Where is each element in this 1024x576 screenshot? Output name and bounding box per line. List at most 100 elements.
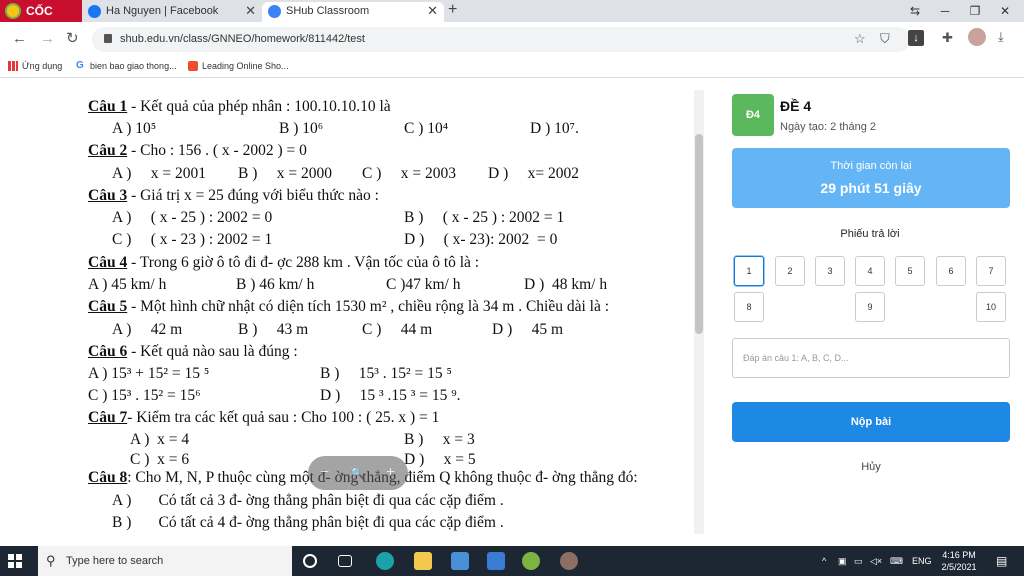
bookmark-label: bien bao giao thong... bbox=[90, 61, 177, 71]
submit-button[interactable]: Nộp bài bbox=[732, 402, 1010, 442]
download-icon[interactable]: ↓ bbox=[908, 30, 924, 46]
answer-button-2[interactable]: 2 bbox=[775, 256, 805, 286]
file-explorer-icon[interactable] bbox=[414, 552, 432, 570]
avatar[interactable] bbox=[968, 28, 986, 46]
paint-icon[interactable] bbox=[560, 552, 578, 570]
timer-label: Thời gian còn lại bbox=[830, 160, 912, 172]
option-a: A ) x = 2001 bbox=[112, 165, 206, 182]
question-1: Câu 1 - Kết quả của phép nhân : 100.10.1… bbox=[88, 98, 391, 116]
option-a: A ) 15³ + 15² = 15 ⁵ bbox=[88, 365, 210, 382]
question-label: Câu 7 bbox=[88, 409, 128, 426]
close-icon[interactable]: ✕ bbox=[427, 2, 438, 20]
answer-button-6[interactable]: 6 bbox=[936, 256, 966, 286]
reload-icon[interactable]: ↻ bbox=[66, 30, 79, 48]
url-text[interactable]: shub.edu.vn/class/GNNEO/homework/811442/… bbox=[120, 27, 365, 52]
option-d: D ) ( x- 23): 2002 = 0 bbox=[404, 231, 558, 248]
question-text: - Kiểm tra các kết quả sau : Cho 100 : (… bbox=[127, 409, 440, 426]
answer-button-7[interactable]: 7 bbox=[976, 256, 1006, 286]
bookmark-leading-online[interactable]: Leading Online Sho... bbox=[188, 56, 289, 76]
windows-start-icon[interactable] bbox=[8, 554, 22, 568]
shopee-icon bbox=[188, 61, 198, 71]
question-label: Câu 4 bbox=[88, 254, 128, 271]
cancel-button[interactable]: Hủy bbox=[732, 461, 1010, 473]
language-indicator[interactable]: ENG bbox=[912, 546, 932, 576]
answer-button-5[interactable]: 5 bbox=[895, 256, 925, 286]
option-b: B ) ( x - 25 ) : 2002 = 1 bbox=[404, 209, 565, 226]
option-d: D ) 45 m bbox=[492, 321, 564, 338]
store-icon[interactable] bbox=[451, 552, 469, 570]
option-b: B ) x = 2000 bbox=[238, 165, 332, 182]
option-d: D ) 10⁷. bbox=[530, 120, 579, 137]
exam-document[interactable]: Câu 1 - Kết quả của phép nhân : 100.10.1… bbox=[0, 78, 694, 546]
back-icon[interactable]: ← bbox=[12, 30, 27, 48]
option-b: B ) x = 3 bbox=[404, 431, 475, 448]
answer-button-1[interactable]: 1 bbox=[734, 256, 764, 286]
question-6: Câu 6 - Kết quả nào sau là đúng : bbox=[88, 343, 298, 361]
clock[interactable]: 4:16 PM 2/5/2021 bbox=[934, 549, 984, 573]
bookmark-label: Ứng dụng bbox=[22, 61, 63, 71]
option-a: A ) x = 4 bbox=[130, 431, 190, 448]
windows-taskbar: ⚲ Type here to search ^ ▣ ▭ ◁× ⌨ ENG 4:16… bbox=[0, 546, 1024, 576]
edge-icon[interactable] bbox=[376, 552, 394, 570]
close-window-button[interactable]: ✕ bbox=[990, 0, 1020, 22]
answer-button-4[interactable]: 4 bbox=[855, 256, 885, 286]
forward-icon[interactable]: → bbox=[40, 30, 55, 48]
address-bar[interactable]: shub.edu.vn/class/GNNEO/homework/811442/… bbox=[92, 27, 910, 52]
question-text: - Cho : 156 . ( x - 2002 ) = 0 bbox=[127, 142, 307, 159]
question-text: - Giá trị x = 25 đúng với biểu thức nào … bbox=[127, 187, 379, 204]
tab-facebook[interactable]: Ha Nguyen | Facebook ✕ bbox=[82, 2, 262, 22]
keyboard-icon[interactable]: ⌨ bbox=[890, 546, 903, 576]
question-5: Câu 5 - Một hình chữ nhật có diện tích 1… bbox=[88, 298, 609, 316]
close-icon[interactable]: ✕ bbox=[245, 2, 256, 20]
question-label: Câu 6 bbox=[88, 343, 128, 360]
taskbar-search-input[interactable]: ⚲ Type here to search bbox=[38, 546, 292, 576]
question-2: Câu 2 - Cho : 156 . ( x - 2002 ) = 0 bbox=[88, 142, 307, 160]
tab-label: SHub Classroom bbox=[286, 5, 370, 17]
volume-icon[interactable]: ◁× bbox=[870, 546, 882, 576]
tab-search-icon[interactable]: ⇆ bbox=[900, 0, 930, 22]
extensions-icon[interactable]: ✚ bbox=[942, 30, 953, 46]
minimize-button[interactable]: ─ bbox=[930, 0, 960, 22]
browser-tab-bar: CỐC CỐC Ha Nguyen | Facebook ✕ SHub Clas… bbox=[0, 0, 1024, 40]
battery-icon[interactable]: ▭ bbox=[854, 546, 863, 576]
clock-time: 4:16 PM bbox=[942, 550, 976, 560]
tab-label: Ha Nguyen | Facebook bbox=[106, 5, 219, 17]
tab-shub[interactable]: SHub Classroom ✕ bbox=[262, 2, 444, 22]
star-icon[interactable]: ☆ bbox=[854, 31, 866, 47]
cortana-icon[interactable] bbox=[303, 554, 317, 568]
answer-button-8[interactable]: 8 bbox=[734, 292, 764, 322]
coccoc-taskbar-icon[interactable] bbox=[522, 552, 540, 570]
zoom-in-button[interactable]: + bbox=[386, 456, 395, 490]
shub-icon bbox=[268, 5, 281, 18]
notification-icon[interactable]: ▤ bbox=[996, 546, 1007, 576]
answer-button-3[interactable]: 3 bbox=[815, 256, 845, 286]
download-manager-icon[interactable]: ⤓ bbox=[998, 29, 1004, 45]
question-text: - Trong 6 giờ ô tô đi đ- ợc 288 km . Vận… bbox=[127, 254, 480, 271]
zoom-reset-icon[interactable]: 🔍 bbox=[350, 456, 365, 490]
restore-button[interactable]: ❐ bbox=[960, 0, 990, 22]
question-label: Câu 8 bbox=[88, 469, 128, 486]
zoom-out-button[interactable]: − bbox=[320, 456, 329, 490]
document-scrollbar[interactable] bbox=[694, 90, 704, 534]
new-tab-button[interactable]: + bbox=[448, 0, 457, 20]
question-label: Câu 5 bbox=[88, 298, 128, 315]
exam-date: Ngày tạo: 2 tháng 2 bbox=[780, 121, 877, 133]
tray-app-icon[interactable]: ▣ bbox=[838, 546, 847, 576]
search-placeholder: Type here to search bbox=[66, 555, 164, 567]
bookmark-apps[interactable]: Ứng dụng bbox=[8, 56, 62, 76]
answer-button-9[interactable]: 9 bbox=[855, 292, 885, 322]
mail-icon[interactable] bbox=[487, 552, 505, 570]
task-view-icon[interactable] bbox=[338, 555, 352, 567]
tray-chevron-icon[interactable]: ^ bbox=[822, 546, 826, 576]
option-c: C ) 10⁴ bbox=[404, 120, 449, 137]
shield-icon[interactable]: ⛉ bbox=[880, 31, 890, 47]
answer-button-10[interactable]: 10 bbox=[976, 292, 1006, 322]
answer-input[interactable]: Đáp án câu 1: A, B, C, D... bbox=[732, 338, 1010, 378]
question-3: Câu 3 - Giá trị x = 25 đúng với biểu thứ… bbox=[88, 187, 379, 205]
coccoc-logo[interactable]: CỐC CỐC bbox=[0, 0, 82, 40]
timer-card: Thời gian còn lại 29 phút 51 giây bbox=[732, 148, 1010, 208]
option-c: C ) ( x - 23 ) : 2002 = 1 bbox=[112, 231, 273, 248]
scrollbar-thumb[interactable] bbox=[695, 134, 703, 334]
bookmark-bien-bao[interactable]: Gbien bao giao thong... bbox=[76, 56, 177, 76]
lock-icon[interactable] bbox=[104, 34, 112, 43]
